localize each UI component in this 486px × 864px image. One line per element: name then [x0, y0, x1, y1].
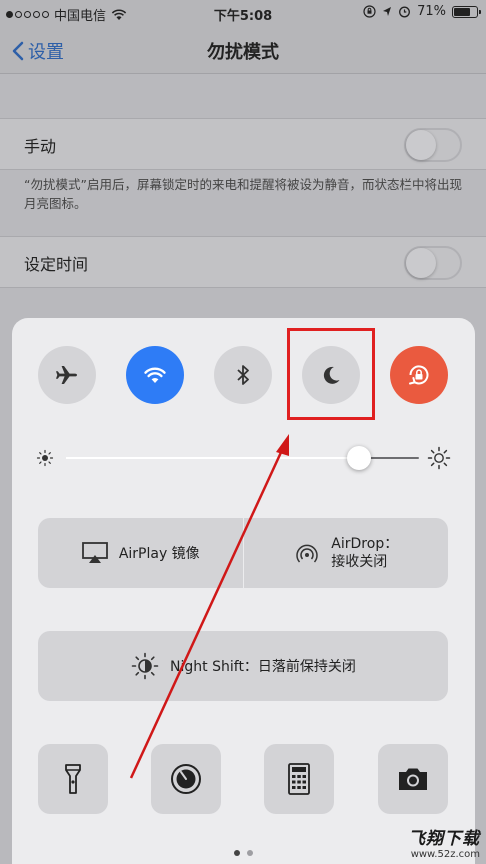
calculator-button[interactable]: [264, 744, 334, 814]
airplane-icon: [56, 366, 77, 384]
rotation-lock-status-icon: [363, 5, 376, 18]
airdrop-icon: [296, 544, 319, 563]
switch-knob: [406, 130, 436, 160]
manual-label: 手动: [24, 137, 57, 156]
airplane-mode-toggle[interactable]: [38, 346, 96, 404]
do-not-disturb-highlight-box: [287, 328, 375, 420]
status-right: 71%: [363, 4, 481, 19]
status-bar: 中国电信 下午5:08 71%: [0, 0, 486, 26]
location-status-icon: [383, 6, 392, 16]
airplay-label: AirPlay 镜像: [118, 546, 200, 562]
brightness-control: [36, 444, 451, 472]
page-indicator: [12, 850, 475, 856]
camera-icon: [399, 768, 427, 790]
airdrop-button[interactable]: AirDrop： 接收关闭: [244, 518, 449, 588]
battery-fill: [454, 7, 470, 16]
airplay-airdrop-row: AirPlay 镜像 AirDrop： 接收关闭: [38, 518, 448, 588]
scheduled-cell: 设定时间: [0, 236, 486, 288]
manual-switch[interactable]: [404, 128, 462, 162]
battery-icon: [452, 5, 481, 18]
wifi-icon: [144, 367, 166, 383]
manual-cell: 手动: [0, 118, 486, 170]
bluetooth-toggle[interactable]: [214, 346, 272, 404]
page-dot: [234, 850, 240, 856]
rotation-lock-toggle[interactable]: [390, 346, 448, 404]
night-shift-icon: [131, 652, 159, 680]
brightness-low-icon: [36, 449, 54, 467]
alarm-status-icon: [399, 6, 411, 18]
control-center: AirPlay 镜像 AirDrop： 接收关闭 Night Shift：日落前…: [12, 318, 475, 864]
airplay-button[interactable]: AirPlay 镜像: [38, 518, 243, 588]
watermark-url: www.52z.com: [410, 849, 480, 860]
timer-button[interactable]: [151, 744, 221, 814]
airdrop-label-line2: 接收关闭: [331, 554, 388, 570]
night-shift-button[interactable]: Night Shift：日落前保持关闭: [38, 631, 448, 701]
navigation-bar: 设置 勿扰模式: [0, 26, 486, 74]
airdrop-label-line1: AirDrop：: [331, 536, 399, 552]
page-dot: [247, 850, 253, 856]
switch-knob: [406, 248, 436, 278]
page-title: 勿扰模式: [207, 42, 279, 63]
wifi-toggle[interactable]: [126, 346, 184, 404]
scheduled-label: 设定时间: [24, 255, 89, 274]
flashlight-button[interactable]: [38, 744, 108, 814]
watermark: 飞翔下载 www.52z.com: [408, 824, 480, 860]
brightness-fill: [66, 457, 359, 459]
night-shift-label: Night Shift：日落前保持关闭: [170, 659, 356, 675]
rotation-lock-icon: [409, 365, 429, 385]
bluetooth-icon: [237, 365, 249, 385]
airplay-icon: [81, 542, 108, 563]
battery-percent: 71%: [417, 4, 446, 19]
flashlight-icon: [65, 764, 81, 794]
scheduled-switch[interactable]: [404, 246, 462, 280]
brightness-high-icon: [427, 446, 451, 470]
camera-button[interactable]: [378, 744, 448, 814]
brightness-thumb[interactable]: [346, 446, 371, 470]
calculator-icon: [288, 763, 310, 795]
timer-icon: [171, 764, 201, 794]
dnd-description: “勿扰模式”启用后，屏幕锁定时的来电和提醒将被设为静音，而状态栏中将出现月亮图标…: [24, 177, 462, 211]
watermark-brand: 飞翔下载: [408, 829, 480, 849]
